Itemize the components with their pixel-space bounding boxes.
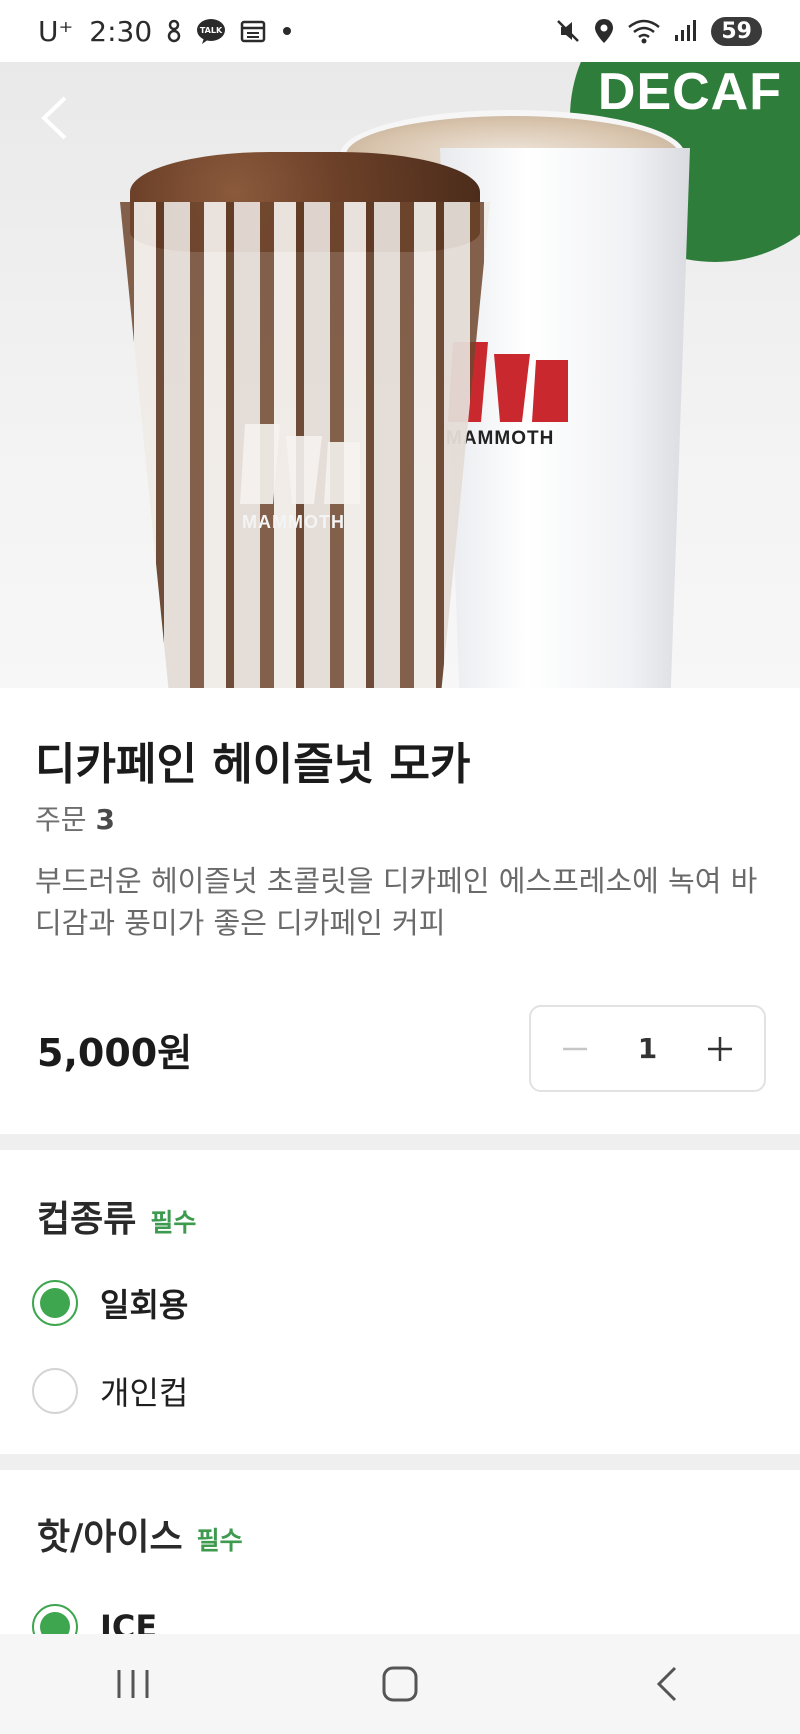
calendar-icon	[240, 19, 266, 43]
cup-type-section: 컵종류 필수 일회용 개인컵	[0, 1150, 800, 1454]
minus-icon	[563, 1047, 587, 1050]
mammoth-logo-white	[240, 424, 360, 504]
quantity-stepper: 1	[529, 1005, 766, 1092]
signal-icon	[673, 19, 699, 43]
home-button[interactable]	[360, 1654, 440, 1714]
status-bar-right: 59	[555, 16, 762, 46]
temperature-title: 핫/아이스	[37, 1517, 183, 1558]
option-label: ICE	[100, 1608, 158, 1634]
order-count: 3	[95, 803, 115, 836]
temperature-heading: 핫/아이스 필수	[37, 1508, 243, 1560]
cup-type-title: 컵종류	[37, 1199, 137, 1240]
back-icon	[656, 1666, 676, 1702]
decaf-badge-text: DECAF	[597, 63, 782, 121]
wireless-paging-icon	[166, 18, 182, 44]
order-count-row: 주문 3	[35, 798, 115, 838]
chevron-left-icon	[41, 96, 67, 140]
option-disposable[interactable]: 일회용	[32, 1280, 188, 1326]
product-info: 디카페인 헤이즐넛 모카 주문 3 부드러운 헤이즐넛 초콜릿을 디카페인 에스…	[0, 688, 800, 1134]
clock: 2:30	[89, 14, 153, 48]
radio-unselected[interactable]	[32, 1368, 78, 1414]
section-divider	[0, 1134, 800, 1150]
required-badge: 필수	[196, 1526, 243, 1555]
iced-cup-brand: MAMMOTH	[242, 512, 345, 532]
back-button[interactable]	[30, 88, 78, 148]
quantity-value: 1	[637, 1032, 658, 1065]
home-icon	[382, 1666, 418, 1702]
increase-button[interactable]	[698, 1027, 742, 1071]
option-ice[interactable]: ICE	[32, 1604, 157, 1634]
product-price: 5,000원	[37, 1031, 193, 1075]
dot-icon	[280, 24, 294, 38]
location-icon	[593, 17, 615, 45]
product-image: DECAF MAMMOTH MAMMOTH	[0, 62, 800, 688]
battery-indicator: 59	[711, 16, 762, 46]
temperature-section: 핫/아이스 필수 ICE	[0, 1470, 800, 1634]
radio-selected[interactable]	[32, 1280, 78, 1326]
option-personal-cup[interactable]: 개인컵	[32, 1368, 188, 1414]
product-description: 부드러운 헤이즐넛 초콜릿을 디카페인 에스프레소에 녹여 바디감과 풍미가 좋…	[35, 864, 758, 940]
option-label: 개인컵	[100, 1374, 189, 1412]
carrier-label: U⁺	[38, 14, 74, 48]
svg-text:TALK: TALK	[200, 26, 223, 35]
option-label: 일회용	[100, 1286, 189, 1324]
order-label: 주문	[35, 803, 87, 836]
recent-apps-button[interactable]	[93, 1654, 173, 1714]
kakaotalk-icon: TALK	[196, 18, 226, 44]
recent-apps-icon	[117, 1670, 149, 1698]
system-navigation-bar	[0, 1634, 800, 1734]
product-title: 디카페인 헤이즐넛 모카	[35, 739, 471, 790]
cup-type-heading: 컵종류 필수	[37, 1190, 196, 1242]
plus-icon	[707, 1036, 732, 1061]
required-badge: 필수	[150, 1208, 197, 1237]
decrease-button[interactable]	[553, 1027, 597, 1071]
nav-back-button[interactable]	[627, 1654, 707, 1714]
status-bar-left: U⁺ 2:30 TALK	[38, 15, 294, 48]
radio-selected[interactable]	[32, 1604, 78, 1634]
mute-icon	[555, 18, 581, 44]
section-divider	[0, 1454, 800, 1470]
wifi-icon	[627, 18, 661, 44]
status-bar: U⁺ 2:30 TALK 59	[0, 0, 800, 62]
